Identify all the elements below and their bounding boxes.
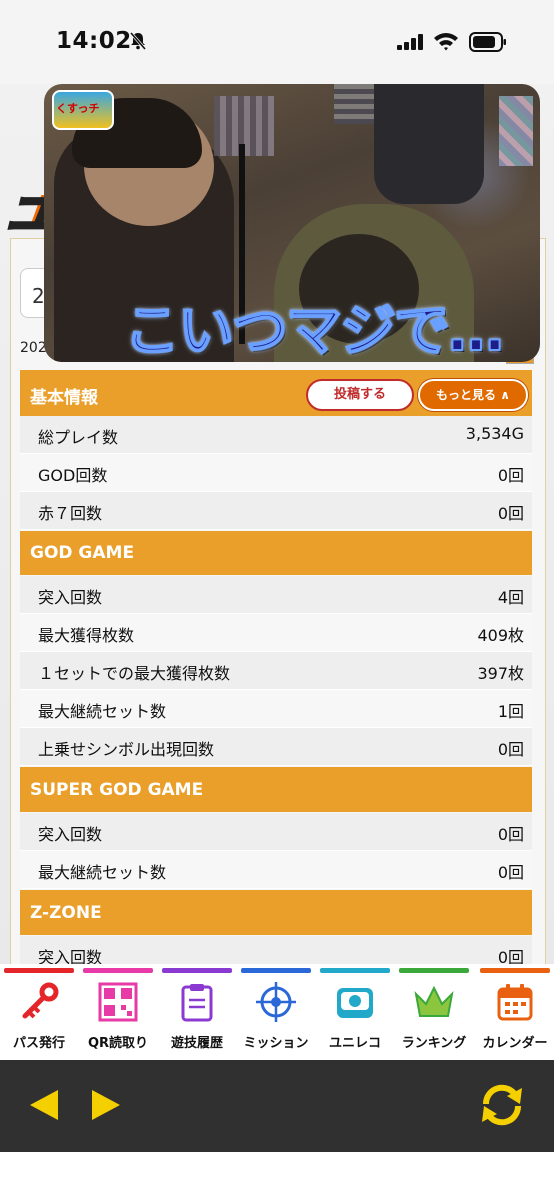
row-value: 397枚 [477,664,524,683]
wifi-icon [434,33,458,51]
more-button[interactable]: もっと見る ∧ [418,379,528,411]
row-label: 最大獲得枚数 [38,626,135,645]
section-title: SUPER GOD GAME [30,780,204,800]
table-row: GOD回数 0回 [20,454,532,492]
row-label: 最大継続セット数 [38,863,167,882]
calendar-icon [497,984,533,1021]
table-row: 突入回数 0回 [20,936,532,967]
reload-icon[interactable] [478,1082,526,1128]
video-channel-badge-text: くすっチ [56,102,100,115]
home-indicator-area [0,1152,554,1200]
unireco-icon [337,988,373,1018]
nav-item-mission[interactable]: ミッション [241,964,311,1054]
section-title: Z-ZONE [30,903,102,923]
table-row: 最大獲得枚数 409枚 [20,614,532,652]
forward-arrow-icon[interactable] [90,1088,122,1122]
row-label: 突入回数 [38,825,103,844]
nav-color-bar [83,968,153,973]
video-mosaic [334,84,374,124]
nav-item-label: ミッション [243,1036,309,1051]
table-row: 最大継続セット数 0回 [20,851,532,889]
video-caption: こいつマジで… [123,298,505,362]
row-label: 上乗せシンボル出現回数 [38,740,215,759]
row-label: １セットでの最大獲得枚数 [38,664,231,683]
nav-item-label: QR読取り [87,1036,149,1051]
nav-color-bar [480,968,550,973]
row-label: GOD回数 [38,466,108,485]
row-value: 0回 [497,863,524,882]
nav-item-qr[interactable]: QR読取り [83,964,153,1054]
bottom-nav: パス発行 QR読取り 遊技履歴 ミッション ユニレコ ランキング カレンダー [0,964,554,1060]
table-row: 赤７回数 0回 [20,492,532,530]
target-icon [256,982,296,1022]
nav-item-label: パス発行 [12,1036,65,1051]
row-value: 0回 [497,740,524,759]
section-title: GOD GAME [30,543,135,563]
nav-item-label: 遊技履歴 [170,1036,223,1051]
nav-item-history[interactable]: 遊技履歴 [162,964,232,1054]
section-title: 基本情報 [30,388,98,408]
row-label: 突入回数 [38,588,103,607]
table-row: 総プレイ数 3,534G [20,416,532,454]
browser-toolbar [0,1060,554,1152]
nav-item-label: カレンダー [482,1036,548,1051]
post-button[interactable]: 投稿する [306,379,414,411]
status-time: 14:02 [56,28,132,54]
back-arrow-icon[interactable] [28,1088,60,1122]
nav-item-label: ランキング [401,1036,467,1051]
table-row: 最大継続セット数 1回 [20,690,532,728]
table-row: １セットでの最大獲得枚数 397枚 [20,652,532,690]
signal-icon [397,34,423,50]
row-value: 3,534G [465,424,524,443]
row-value: 0回 [497,825,524,844]
table-row: 突入回数 0回 [20,813,532,851]
row-value: 409枚 [477,626,524,645]
battery-icon [469,32,506,52]
nav-item-pass[interactable]: パス発行 [4,964,74,1054]
table-row: 上乗せシンボル出現回数 0回 [20,728,532,766]
crown-icon [414,985,454,1017]
date-select-value: 2 [32,284,45,308]
video-mosaic [499,96,533,166]
site-logo: ユ [5,186,54,243]
row-value: 0回 [497,504,524,523]
nav-color-bar [162,968,232,973]
nav-color-bar [241,968,311,973]
nav-item-label: ユニレコ [328,1036,381,1051]
row-label: 総プレイ数 [38,428,119,447]
nav-item-unireco[interactable]: ユニレコ [320,964,390,1054]
row-label: 最大継続セット数 [38,702,167,721]
section-god-game: GOD GAME [20,531,532,575]
nav-color-bar [4,968,74,973]
row-label: 赤７回数 [38,504,103,523]
video-person [374,84,484,204]
qr-code-icon [98,982,138,1022]
section-z-zone: Z-ZONE [20,890,532,935]
bell-muted-icon [129,32,147,50]
nav-color-bar [320,968,390,973]
row-value: 0回 [497,466,524,485]
nav-item-calendar[interactable]: カレンダー [480,964,550,1054]
row-value: 4回 [497,588,524,607]
key-icon [22,982,59,1019]
row-value: 1回 [497,702,524,721]
table-row: 突入回数 4回 [20,576,532,614]
nav-color-bar [399,968,469,973]
clipboard-icon [181,984,213,1022]
status-bar: 14:02 [0,0,554,84]
nav-item-ranking[interactable]: ランキング [399,964,469,1054]
video-overlay[interactable]: くすっチ こいつマジで… [44,84,540,362]
section-super-god-game: SUPER GOD GAME [20,767,532,812]
